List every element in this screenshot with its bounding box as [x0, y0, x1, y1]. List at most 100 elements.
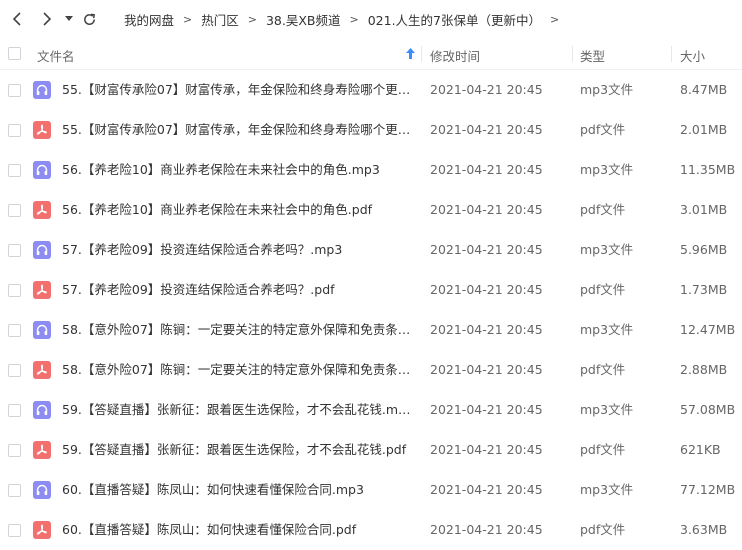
file-list-header: 文件名 修改时间 类型 大小 — [0, 38, 742, 70]
breadcrumb-separator-icon: > — [183, 12, 193, 26]
file-modified-time: 2021-04-21 20:45 — [430, 82, 543, 97]
row-checkbox[interactable] — [8, 324, 21, 337]
toolbar: 我的网盘 > 热门区 > 38.吴XB频道 > 021.人生的7张保单（更新中）… — [0, 0, 742, 38]
file-type: mp3文件 — [580, 482, 634, 497]
file-row[interactable]: 55.【财富传承险07】财富传承，年金保险和终身寿险哪个更好.... 2021-0… — [0, 70, 742, 110]
file-size: 1.73MB — [680, 282, 728, 297]
file-name[interactable]: 59.【答疑直播】张新征：跟着医生选保险，才不会乱花钱.pdf — [62, 430, 412, 470]
file-type: pdf文件 — [580, 282, 626, 297]
file-name[interactable]: 57.【养老险09】投资连结保险适合养老吗？.mp3 — [62, 230, 412, 270]
breadcrumb-separator-icon: > — [550, 12, 560, 26]
file-row[interactable]: 60.【直播答疑】陈凤山：如何快速看懂保险合同.pdf 2021-04-21 20… — [0, 510, 742, 550]
pdf-icon — [33, 521, 51, 539]
file-list: 55.【财富传承险07】财富传承，年金保险和终身寿险哪个更好.... 2021-0… — [0, 70, 742, 550]
row-checkbox[interactable] — [8, 204, 21, 217]
file-name[interactable]: 58.【意外险07】陈锏：一定要关注的特定意外保障和免责条款.... — [62, 350, 412, 390]
file-name[interactable]: 55.【财富传承险07】财富传承，年金保险和终身寿险哪个更好.... — [62, 70, 412, 110]
file-type: pdf文件 — [580, 362, 626, 377]
file-row[interactable]: 59.【答疑直播】张新征：跟着医生选保险，才不会乱花钱.pdf 2021-04-2… — [0, 430, 742, 470]
file-modified-time: 2021-04-21 20:45 — [430, 362, 543, 377]
file-row[interactable]: 59.【答疑直播】张新征：跟着医生选保险，才不会乱花钱.mp3 2021-04-2… — [0, 390, 742, 430]
row-checkbox[interactable] — [8, 284, 21, 297]
breadcrumb-separator-icon: > — [349, 12, 359, 26]
column-divider[interactable] — [421, 46, 422, 62]
breadcrumb-item-1[interactable]: 热门区 — [201, 10, 239, 29]
chevron-left-icon — [12, 12, 21, 26]
pdf-icon — [33, 281, 51, 299]
breadcrumb-item-0[interactable]: 我的网盘 — [124, 10, 174, 29]
pdf-icon — [33, 441, 51, 459]
file-row[interactable]: 56.【养老险10】商业养老保险在未来社会中的角色.pdf 2021-04-21 … — [0, 190, 742, 230]
headphones-icon — [33, 241, 51, 259]
chevron-right-icon — [43, 12, 52, 26]
select-all-checkbox[interactable] — [8, 47, 21, 60]
column-header-name[interactable]: 文件名 — [37, 46, 75, 65]
column-header-modified[interactable]: 修改时间 — [430, 46, 480, 65]
file-modified-time: 2021-04-21 20:45 — [430, 402, 543, 417]
headphones-icon — [33, 401, 51, 419]
row-checkbox[interactable] — [8, 124, 21, 137]
forward-button[interactable] — [36, 8, 58, 30]
row-checkbox[interactable] — [8, 364, 21, 377]
file-type: pdf文件 — [580, 202, 626, 217]
file-name[interactable]: 59.【答疑直播】张新征：跟着医生选保险，才不会乱花钱.mp3 — [62, 390, 412, 430]
row-checkbox[interactable] — [8, 84, 21, 97]
file-row[interactable]: 57.【养老险09】投资连结保险适合养老吗？.pdf 2021-04-21 20:… — [0, 270, 742, 310]
file-name[interactable]: 60.【直播答疑】陈凤山：如何快速看懂保险合同.mp3 — [62, 470, 412, 510]
back-button[interactable] — [6, 8, 28, 30]
file-modified-time: 2021-04-21 20:45 — [430, 522, 543, 537]
file-name[interactable]: 56.【养老险10】商业养老保险在未来社会中的角色.pdf — [62, 190, 412, 230]
file-modified-time: 2021-04-21 20:45 — [430, 242, 543, 257]
file-type: mp3文件 — [580, 402, 634, 417]
refresh-button[interactable] — [78, 8, 100, 30]
history-dropdown-button[interactable] — [62, 8, 76, 30]
file-name[interactable]: 57.【养老险09】投资连结保险适合养老吗？.pdf — [62, 270, 412, 310]
column-header-size[interactable]: 大小 — [680, 46, 705, 65]
file-row[interactable]: 57.【养老险09】投资连结保险适合养老吗？.mp3 2021-04-21 20:… — [0, 230, 742, 270]
file-size: 3.01MB — [680, 202, 728, 217]
file-size: 5.96MB — [680, 242, 728, 257]
row-checkbox[interactable] — [8, 244, 21, 257]
column-divider[interactable] — [572, 46, 573, 62]
file-size: 11.35MB — [680, 162, 736, 177]
headphones-icon — [33, 321, 51, 339]
headphones-icon — [33, 81, 51, 99]
refresh-icon — [83, 13, 95, 25]
row-checkbox[interactable] — [8, 484, 21, 497]
file-type: mp3文件 — [580, 162, 634, 177]
column-header-type[interactable]: 类型 — [580, 46, 605, 65]
file-row[interactable]: 58.【意外险07】陈锏：一定要关注的特定意外保障和免责条款.... 2021-0… — [0, 310, 742, 350]
breadcrumb: 我的网盘 > 热门区 > 38.吴XB频道 > 021.人生的7张保单（更新中）… — [124, 10, 568, 29]
breadcrumb-item-2[interactable]: 38.吴XB频道 — [266, 10, 341, 29]
file-type: pdf文件 — [580, 442, 626, 457]
file-size: 3.63MB — [680, 522, 728, 537]
row-checkbox[interactable] — [8, 164, 21, 177]
file-type: mp3文件 — [580, 322, 634, 337]
file-row[interactable]: 56.【养老险10】商业养老保险在未来社会中的角色.mp3 2021-04-21 … — [0, 150, 742, 190]
column-divider[interactable] — [671, 46, 672, 62]
row-checkbox[interactable] — [8, 524, 21, 537]
file-name[interactable]: 56.【养老险10】商业养老保险在未来社会中的角色.mp3 — [62, 150, 412, 190]
file-size: 2.88MB — [680, 362, 728, 377]
file-size: 77.12MB — [680, 482, 736, 497]
row-checkbox[interactable] — [8, 444, 21, 457]
file-type: pdf文件 — [580, 522, 626, 537]
sort-arrow-up-icon[interactable] — [406, 48, 415, 59]
file-row[interactable]: 58.【意外险07】陈锏：一定要关注的特定意外保障和免责条款.... 2021-0… — [0, 350, 742, 390]
file-row[interactable]: 60.【直播答疑】陈凤山：如何快速看懂保险合同.mp3 2021-04-21 20… — [0, 470, 742, 510]
file-modified-time: 2021-04-21 20:45 — [430, 482, 543, 497]
file-size: 8.47MB — [680, 82, 728, 97]
headphones-icon — [33, 161, 51, 179]
file-row[interactable]: 55.【财富传承险07】财富传承，年金保险和终身寿险哪个更好.... 2021-0… — [0, 110, 742, 150]
file-modified-time: 2021-04-21 20:45 — [430, 202, 543, 217]
file-name[interactable]: 58.【意外险07】陈锏：一定要关注的特定意外保障和免责条款.... — [62, 310, 412, 350]
breadcrumb-item-3[interactable]: 021.人生的7张保单（更新中） — [368, 10, 541, 29]
file-type: mp3文件 — [580, 82, 634, 97]
pdf-icon — [33, 361, 51, 379]
file-name[interactable]: 60.【直播答疑】陈凤山：如何快速看懂保险合同.pdf — [62, 510, 412, 550]
row-checkbox[interactable] — [8, 404, 21, 417]
headphones-icon — [33, 481, 51, 499]
file-size: 621KB — [680, 442, 721, 457]
file-modified-time: 2021-04-21 20:45 — [430, 322, 543, 337]
file-name[interactable]: 55.【财富传承险07】财富传承，年金保险和终身寿险哪个更好.... — [62, 110, 412, 150]
